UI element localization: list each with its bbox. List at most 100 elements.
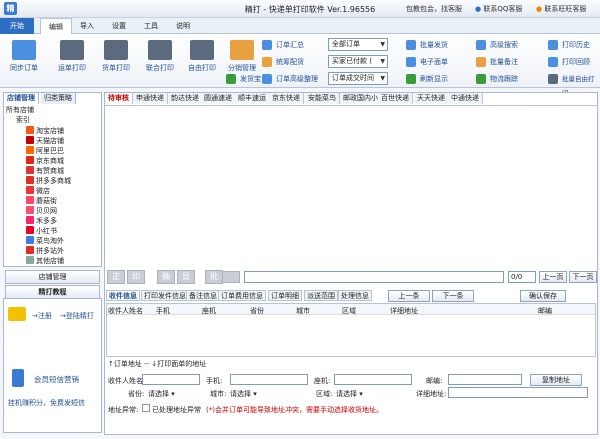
tree-taobao[interactable]: 淘宝店铺 [6, 126, 100, 136]
tree-alibaba[interactable]: 阿里巴巴 [6, 146, 100, 156]
register-link[interactable]: →注册 [32, 311, 52, 321]
order-time-select[interactable]: 订单成交时间 [328, 72, 388, 85]
tree-other[interactable]: 其他店铺 [6, 256, 100, 266]
tree-pinduoduo[interactable]: 拼多多商城 [6, 176, 100, 186]
tree-cainiao[interactable]: 菜鸟淘外 [6, 236, 100, 246]
refresh-button[interactable]: 刷新显示 [406, 72, 448, 86]
next-page-button[interactable]: 下一页 [569, 271, 597, 283]
tree-tmall[interactable]: 天猫店铺 [6, 136, 100, 146]
express-tab-2[interactable]: 韵达快递 [168, 93, 203, 104]
qq-service-link[interactable]: ● 联系QQ客服 [475, 4, 522, 14]
tab-category-strategy[interactable]: 归类策略 [41, 93, 76, 104]
tool-button-5[interactable]: 批 [205, 270, 223, 284]
batch-ship-button[interactable]: 批量发货 [406, 38, 448, 52]
points-link[interactable]: 挂机赚积分，免费发短信 [8, 398, 85, 408]
tool-button-3[interactable]: 确 [157, 270, 175, 284]
sms-marketing-link[interactable]: 会员短信营销 [34, 374, 79, 385]
info-tab-2[interactable]: 备注信息 [186, 290, 220, 301]
help-link[interactable]: 包教包会，找客服 [406, 4, 462, 14]
fahuobao-button[interactable]: 发货宝 [226, 72, 261, 86]
tree-all-shops[interactable]: 所有店铺 [6, 106, 100, 116]
tool-button-4[interactable]: 显 [177, 270, 195, 284]
order-list[interactable] [105, 105, 597, 267]
tab-shop-manage[interactable]: 店铺管理 [4, 93, 39, 104]
menu-settings[interactable]: 设置 [104, 18, 134, 34]
tree-pdd-external[interactable]: 拼多站外 [6, 246, 100, 256]
waybill-print-button[interactable]: 运单打印 [50, 38, 94, 86]
city-select[interactable]: 请选择 ▾ [230, 389, 257, 399]
order-advanced-button[interactable]: 订单高级整理 [262, 72, 318, 86]
express-tab-5[interactable]: 京东快递 [269, 93, 304, 104]
payment-status-select[interactable]: 买家已付款 ( [328, 55, 388, 68]
phone-icon [12, 369, 24, 387]
batch-free-print-button[interactable]: 批量自由打印 [548, 72, 600, 97]
allocate-button[interactable]: 统筹配货 [262, 55, 304, 69]
prev-record-button[interactable]: 上一条 [388, 290, 430, 302]
copy-address-button[interactable]: 复制地址 [530, 374, 582, 386]
info-tab-0[interactable]: 收件信息 [106, 290, 140, 301]
express-tab-9[interactable]: 天天快递 [414, 93, 449, 104]
summary-icon [262, 40, 272, 50]
province-select[interactable]: 请选择 ▾ [148, 389, 175, 399]
tool-button-6[interactable] [222, 271, 240, 283]
area-select[interactable]: 请选择 ▾ [336, 389, 363, 399]
info-tab-1[interactable]: 打印发件信息 [141, 290, 189, 301]
express-tab-0[interactable]: 待审核 [105, 93, 133, 104]
express-tab-6[interactable]: 安能菜鸟 [305, 93, 340, 104]
tel-input[interactable] [334, 374, 412, 385]
print-review-button[interactable]: 打印回顾 [548, 55, 590, 69]
express-tab-3[interactable]: 圆通速递 [201, 93, 236, 104]
tree-index[interactable]: 索引 [6, 116, 100, 126]
waybill-icon [406, 57, 416, 67]
info-tab-5[interactable]: 派送范围 [304, 290, 338, 301]
menu-start[interactable]: 开始 [0, 18, 34, 34]
menu-help[interactable]: 说明 [168, 18, 198, 34]
print-history-button[interactable]: 打印历史 [548, 38, 590, 52]
express-tab-10[interactable]: 中通快递 [448, 93, 483, 104]
tree-heduoduo[interactable]: 禾多多 [6, 216, 100, 226]
confirm-save-button[interactable]: 确认保存 [520, 290, 566, 302]
phone-input[interactable] [230, 374, 308, 385]
sync-orders-button[interactable]: 同步订单 [2, 38, 46, 86]
batch-remark-button[interactable]: 批量备注 [476, 55, 518, 69]
tutorial-button[interactable]: 精打教程 [5, 285, 100, 299]
free-print-button[interactable]: 自由打印 [180, 38, 224, 86]
wangwang-service-link[interactable]: ● 联系旺旺客服 [536, 4, 586, 14]
detail-address-input[interactable] [448, 387, 588, 398]
tree-jd[interactable]: 京东商城 [6, 156, 100, 166]
shop-manage-button[interactable]: 店铺管理 [5, 270, 100, 284]
login-link[interactable]: →登陆精打 [60, 311, 94, 321]
tree-beibei[interactable]: 贝贝网 [6, 206, 100, 216]
express-tab-1[interactable]: 申通快递 [133, 93, 168, 104]
tree-xiaohongshu[interactable]: 小红书 [6, 226, 100, 236]
menu-import[interactable]: 导入 [72, 18, 102, 34]
e-waybill-label: 电子面单 [420, 58, 448, 66]
prev-page-button[interactable]: 上一页 [539, 271, 567, 283]
joint-print-button[interactable]: 联合打印 [138, 38, 182, 86]
info-tab-6[interactable]: 处理信息 [338, 290, 372, 301]
name-input[interactable] [142, 374, 200, 385]
tree-weidian[interactable]: 微店 [6, 186, 100, 196]
menu-edit[interactable]: 编辑 [40, 18, 72, 34]
advanced-search-button[interactable]: 高级搜索 [476, 38, 518, 52]
search-input[interactable] [244, 271, 504, 283]
e-waybill-button[interactable]: 电子面单 [406, 55, 448, 69]
zip-input[interactable] [448, 374, 522, 385]
menu-tools[interactable]: 工具 [136, 18, 166, 34]
info-tab-4[interactable]: 订单明细 [268, 290, 302, 301]
logistics-track-button[interactable]: 物流跟踪 [476, 72, 518, 86]
search-icon [476, 40, 486, 50]
order-filter-select[interactable]: 全部订单 [328, 38, 388, 51]
shop-icon [26, 256, 34, 264]
next-record-button[interactable]: 下一条 [432, 290, 474, 302]
invoice-print-button[interactable]: 货单打印 [94, 38, 138, 86]
tree-youzan[interactable]: 有赞商城 [6, 166, 100, 176]
tool-button-2[interactable]: 印 [127, 270, 145, 284]
express-tab-4[interactable]: 顺丰速运 [235, 93, 270, 104]
tool-button-1[interactable]: 正 [107, 270, 125, 284]
order-summary-button[interactable]: 订单汇总 [262, 38, 304, 52]
info-tab-3[interactable]: 订单费用信息 [218, 290, 266, 301]
express-tab-8[interactable]: 百世快递 [378, 93, 413, 104]
tree-mogujie[interactable]: 蘑菇街 [6, 196, 100, 206]
abnormal-checkbox[interactable] [142, 404, 150, 412]
